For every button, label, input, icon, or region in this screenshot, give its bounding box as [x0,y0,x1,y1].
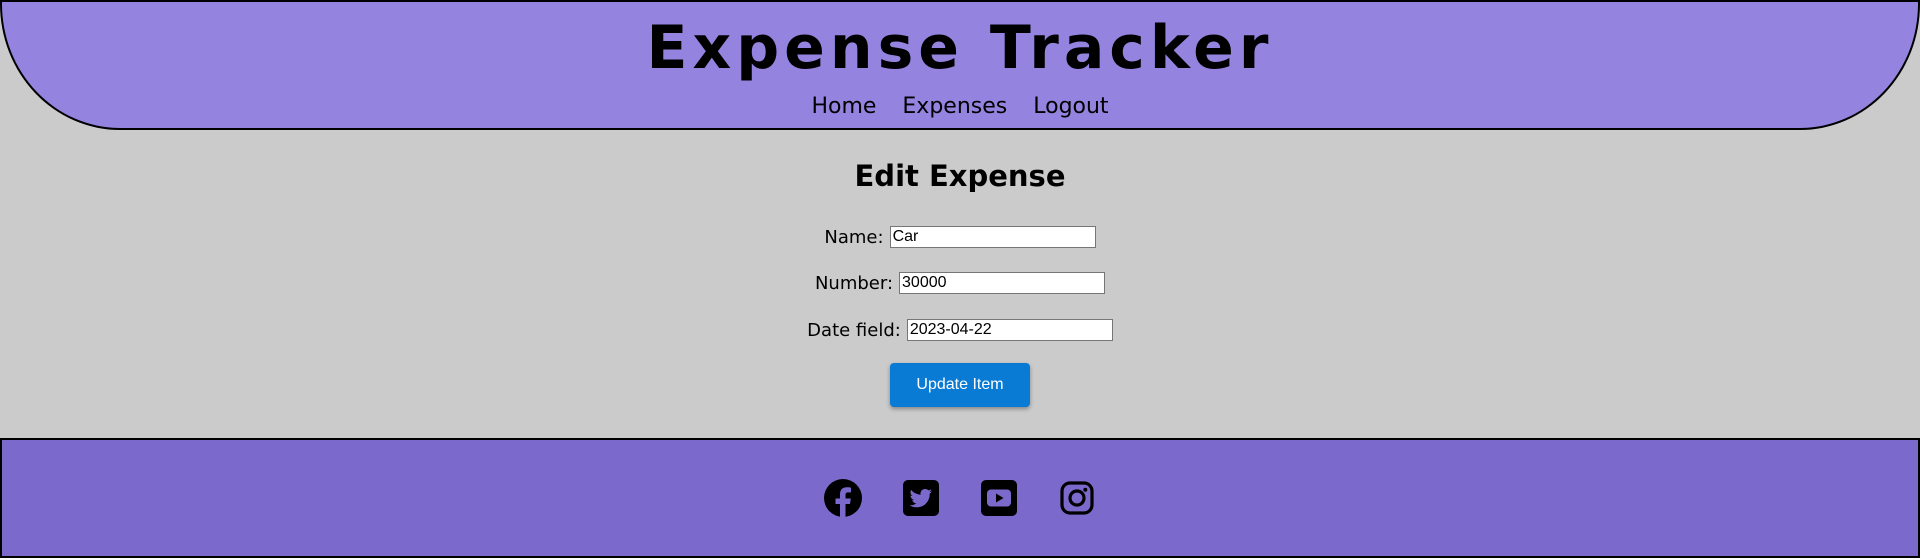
date-label: Date field: [807,319,901,341]
date-input[interactable] [906,319,1113,341]
twitter-icon [903,480,939,516]
number-row: Number: [0,272,1920,294]
facebook-link[interactable] [823,478,863,518]
name-input[interactable] [889,226,1096,248]
site-footer [0,438,1920,558]
youtube-link[interactable] [979,478,1019,518]
number-input[interactable] [899,272,1106,294]
nav-expenses-link[interactable]: Expenses [902,92,1007,122]
site-title: Expense Tracker [646,13,1274,83]
name-row: Name: [0,226,1920,248]
nav-logout-link[interactable]: Logout [1033,92,1108,122]
social-links [2,478,1918,518]
page-title: Edit Expense [854,159,1066,193]
update-item-button[interactable]: Update Item [890,363,1030,407]
number-label: Number: [814,272,894,294]
facebook-icon [824,479,862,518]
edit-expense-section: Edit Expense Name: Number: Date field: U… [0,126,1920,438]
date-row: Date field: [0,319,1920,341]
instagram-link[interactable] [1057,478,1097,518]
instagram-icon [1060,481,1094,515]
main-nav: Home Expenses Logout [2,92,1918,122]
youtube-icon [981,480,1017,516]
twitter-link[interactable] [901,478,941,518]
site-header: Expense Tracker Home Expenses Logout [0,0,1920,130]
name-label: Name: [824,226,884,248]
nav-home-link[interactable]: Home [811,92,876,122]
